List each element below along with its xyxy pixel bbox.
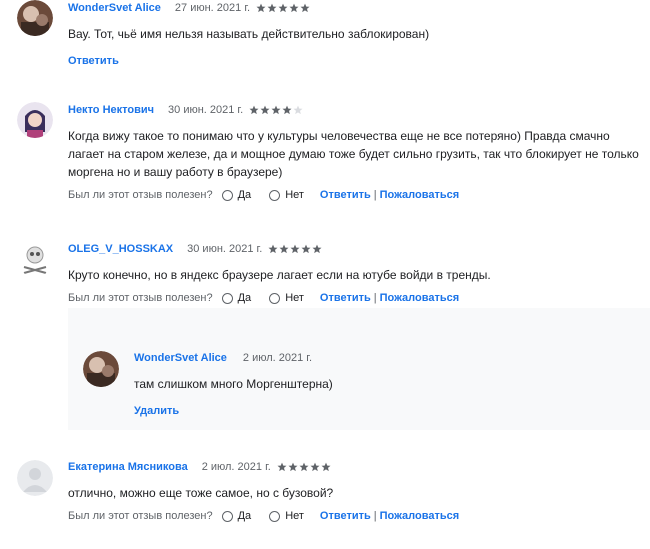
star-filled-icon	[260, 105, 270, 115]
radio-yes[interactable]	[221, 510, 233, 522]
report-button[interactable]: Пожаловаться	[380, 189, 460, 201]
helpful-no-option[interactable]: Нет	[269, 292, 304, 304]
delete-button[interactable]: Удалить	[134, 405, 179, 417]
radio-yes[interactable]	[221, 189, 233, 201]
star-filled-icon	[277, 462, 287, 472]
star-filled-icon	[312, 244, 322, 254]
reply-text: там слишком много Моргенштерна)	[134, 377, 333, 391]
star-filled-icon	[310, 462, 320, 472]
report-button[interactable]: Пожаловаться	[380, 292, 460, 304]
star-filled-icon	[290, 244, 300, 254]
reply-button[interactable]: Ответить	[68, 55, 119, 67]
helpful-question: Был ли этот отзыв полезен?	[68, 189, 213, 201]
no-label: Нет	[285, 292, 304, 304]
helpful-row: Был ли этот отзыв полезен? Да Нет Ответи…	[68, 189, 459, 201]
radio-no[interactable]	[269, 189, 281, 201]
reply-avatar	[83, 351, 119, 387]
radio-no[interactable]	[269, 510, 281, 522]
avatar	[17, 0, 53, 36]
review-date: 27 июн. 2021 г.	[174, 2, 251, 14]
helpful-no-option[interactable]: Нет	[269, 510, 304, 522]
radio-no[interactable]	[269, 292, 281, 304]
star-filled-icon	[268, 244, 278, 254]
review-text: отлично, можно еще тоже самое, но с бузо…	[68, 486, 334, 500]
author-name[interactable]: OLEG_V_HOSSKAX	[68, 243, 173, 255]
separator: |	[373, 510, 377, 522]
helpful-yes-option[interactable]: Да	[221, 510, 252, 522]
author-name[interactable]: WonderSvet Alice	[68, 2, 161, 14]
reply-button[interactable]: Ответить	[320, 510, 371, 522]
star-filled-icon	[288, 462, 298, 472]
avatar	[17, 241, 53, 277]
author-name[interactable]: Некто Нектович	[68, 104, 154, 116]
yes-label: Да	[237, 510, 252, 522]
reply-author-name[interactable]: WonderSvet Alice	[134, 352, 227, 364]
radio-yes[interactable]	[221, 292, 233, 304]
rating-stars	[268, 244, 323, 254]
helpful-no-option[interactable]: Нет	[269, 189, 304, 201]
star-filled-icon	[271, 105, 281, 115]
star-filled-icon	[249, 105, 259, 115]
review-date: 30 июн. 2021 г.	[168, 104, 244, 116]
reply-date: 2 июл. 2021 г.	[242, 352, 313, 364]
star-filled-icon	[289, 3, 299, 13]
no-label: Нет	[285, 510, 304, 522]
helpful-question: Был ли этот отзыв полезен?	[68, 510, 213, 522]
yes-label: Да	[237, 189, 252, 201]
star-filled-icon	[300, 3, 310, 13]
star-filled-icon	[279, 244, 289, 254]
separator: |	[373, 189, 377, 201]
review-text: Когда вижу такое то понимаю что у культу…	[68, 127, 639, 181]
star-filled-icon	[299, 462, 309, 472]
separator: |	[373, 292, 377, 304]
review-date: 30 июн. 2021 г.	[187, 243, 263, 255]
review-text-line: Когда вижу такое то понимаю что у культу…	[68, 129, 610, 143]
star-filled-icon	[278, 3, 288, 13]
helpful-yes-option[interactable]: Да	[221, 189, 252, 201]
star-filled-icon	[321, 462, 331, 472]
helpful-row: Был ли этот отзыв полезен? Да Нет Ответи…	[68, 510, 459, 522]
review-date: 2 июл. 2021 г.	[201, 461, 271, 473]
avatar	[17, 102, 53, 138]
star-filled-icon	[256, 3, 266, 13]
helpful-row: Был ли этот отзыв полезен? Да Нет Ответи…	[68, 292, 459, 304]
reply-box: WonderSvet Alice 2 июл. 2021 г. там слиш…	[68, 308, 650, 430]
star-filled-icon	[282, 105, 292, 115]
star-filled-icon	[267, 3, 277, 13]
star-filled-icon	[301, 244, 311, 254]
no-label: Нет	[285, 189, 304, 201]
report-button[interactable]: Пожаловаться	[380, 510, 460, 522]
star-empty-icon	[293, 105, 303, 115]
rating-stars	[256, 3, 311, 13]
reply-button[interactable]: Ответить	[320, 292, 371, 304]
rating-stars	[277, 462, 332, 472]
review-text-line: лагает на старом железе, да и мощное дум…	[68, 147, 639, 161]
reply-button[interactable]: Ответить	[320, 189, 371, 201]
review-text-line: моргена но и вашу работу в браузере)	[68, 165, 283, 179]
yes-label: Да	[237, 292, 252, 304]
helpful-question: Был ли этот отзыв полезен?	[68, 292, 213, 304]
review-text: Круто конечно, но в яндекс браузере лага…	[68, 268, 491, 282]
avatar	[17, 460, 53, 496]
review-text: Вау. Тот, чьё имя нельзя называть действ…	[68, 27, 430, 41]
author-name[interactable]: Екатерина Мясникова	[68, 461, 188, 473]
helpful-yes-option[interactable]: Да	[221, 292, 252, 304]
rating-stars	[249, 105, 304, 115]
